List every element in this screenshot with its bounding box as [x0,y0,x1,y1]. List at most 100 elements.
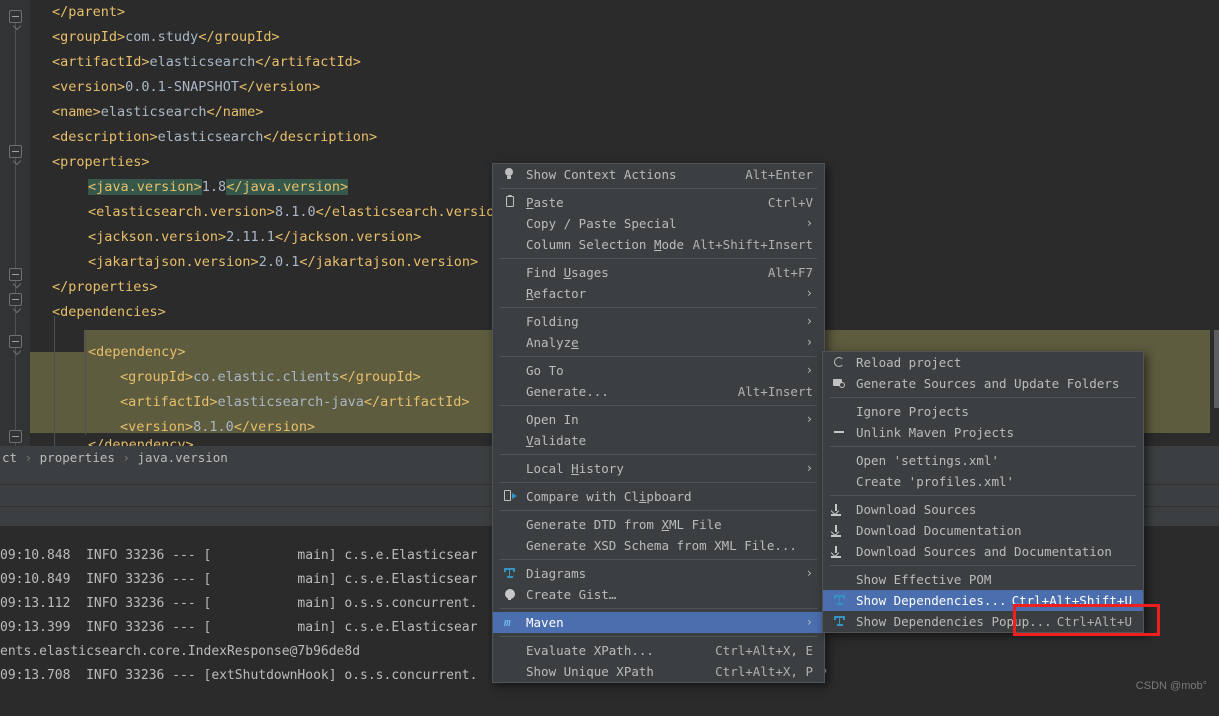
fold-marker[interactable] [9,293,22,306]
code-token: <dependency> [88,344,186,360]
menu-item-label: Show Unique XPath [526,664,654,679]
code-line: <java.version>1.8</java.version> [88,175,349,200]
menu-item-compare-with-clipboard[interactable]: Compare with Clipboard [493,486,824,507]
menu-item-generate-dtd-from-xml-file[interactable]: Generate DTD from XML File [493,514,824,535]
fold-marker[interactable] [9,145,22,158]
menu-item-maven[interactable]: m Maven › [493,612,824,633]
code-token: <description> [52,129,158,145]
menu-item-generate[interactable]: Generate... Alt+Insert [493,381,824,402]
code-token: </groupId> [198,29,280,45]
fold-marker[interactable] [9,335,22,348]
code-token: </artifactId> [255,54,361,70]
code-token: </dependency> [88,437,194,446]
code-token: <properties> [52,154,150,170]
diagram-icon [832,593,847,608]
breadcrumb-separator: › [122,450,130,465]
menu-item-column-selection-mode[interactable]: Column Selection Mode Alt+Shift+Insert [493,234,824,255]
menu-separator [500,356,817,357]
menu-item-shortcut: Alt+Shift+Insert [692,237,813,252]
menu-item-create-profiles-xml[interactable]: Create 'profiles.xml' [823,471,1143,492]
menu-item-find-usages[interactable]: Find Usages Alt+F7 [493,262,824,283]
chevron-right-icon: › [805,615,813,629]
generate-folders-icon [832,376,847,391]
code-token: </parent> [52,4,126,20]
code-line: <groupId>co.elastic.clients</groupId> [120,365,421,390]
menu-item-analyze[interactable]: Analyze › [493,332,824,353]
code-token: </elasticsearch.version> [315,204,511,220]
menu-item-label: Validate [526,433,587,448]
breadcrumb-item-2[interactable]: java.version [138,450,228,465]
chevron-right-icon: › [805,363,813,377]
editor-scrollbar-thumb[interactable] [1214,330,1219,408]
editor-gutter[interactable] [0,0,30,446]
menu-item-copy-paste-special[interactable]: Copy / Paste Special › [493,213,824,234]
code-token: 1.8 [201,179,227,195]
fold-marker[interactable] [9,10,22,23]
menu-item-label: Find Usages [526,265,609,280]
editor-context-menu[interactable]: Show Context Actions Alt+Enter Paste Ctrl+V… [492,163,825,683]
menu-item-ignore-projects[interactable]: Ignore Projects [823,401,1143,422]
menu-item-label: Copy / Paste Special [526,216,677,231]
menu-separator [830,446,1136,447]
menu-item-show-dependencies[interactable]: Show Dependencies... Ctrl+Alt+Shift+U [823,590,1143,611]
console-line: ents.elasticsearch.core.IndexResponse@7b… [0,644,361,659]
download-icon [831,502,847,517]
menu-item-folding[interactable]: Folding › [493,311,824,332]
breadcrumb-item-1[interactable]: properties [40,450,115,465]
code-token: <elasticsearch.version> [88,204,275,220]
menu-item-generate-xsd-schema-from-xml-file[interactable]: Generate XSD Schema from XML File... [493,535,824,556]
menu-item-label: Show Dependencies Popup... [856,614,1052,629]
menu-item-download-sources[interactable]: Download Sources [823,499,1143,520]
chevron-right-icon: › [805,412,813,426]
fold-marker[interactable] [9,268,22,281]
menu-item-unlink-maven-projects[interactable]: Unlink Maven Projects [823,422,1143,443]
code-token: <version> [52,79,126,95]
code-token: </name> [206,104,264,120]
menu-item-open-in[interactable]: Open In › [493,409,824,430]
minus-icon [832,425,847,440]
menu-item-refactor[interactable]: Refactor › [493,283,824,304]
breadcrumb-item-0[interactable]: ct [0,450,17,465]
menu-item-shortcut: Ctrl+Alt+Shift+U [1011,593,1132,608]
menu-item-local-history[interactable]: Local History › [493,458,824,479]
console-line: 09:13.112 INFO 33236 --- [ main] o.s.s.c… [0,596,478,611]
menu-item-paste[interactable]: Paste Ctrl+V [493,192,824,213]
code-line: </properties> [52,275,158,300]
menu-separator [500,636,817,637]
menu-item-label: Open In [526,412,579,427]
menu-item-reload-project[interactable]: Reload project [823,352,1143,373]
menu-item-show-unique-xpath[interactable]: Show Unique XPath Ctrl+Alt+X, P [493,661,824,682]
breadcrumb-separator: › [24,450,33,465]
menu-item-validate[interactable]: Validate [493,430,824,451]
menu-item-go-to[interactable]: Go To › [493,360,824,381]
menu-item-show-context-actions[interactable]: Show Context Actions Alt+Enter [493,164,824,185]
menu-item-show-effective-pom[interactable]: Show Effective POM [823,569,1143,590]
fold-marker[interactable] [9,430,22,443]
menu-item-shortcut: Ctrl+Alt+X, E [715,643,813,658]
code-token: <artifactId> [120,394,218,410]
menu-item-label: Local History [526,461,624,476]
menu-item-shortcut: Ctrl+Alt+X, P [715,664,813,679]
menu-item-label: Evaluate XPath... [526,643,654,658]
menu-item-download-documentation[interactable]: Download Documentation [823,520,1143,541]
menu-item-create-gist[interactable]: Create Gist… [493,584,824,605]
menu-item-open-settings-xml[interactable]: Open 'settings.xml' [823,450,1143,471]
menu-item-label: Generate XSD Schema from XML File... [526,538,797,553]
menu-item-generate-sources-and-update-folders[interactable]: Generate Sources and Update Folders [823,373,1143,394]
code-line: <artifactId>elasticsearch-java</artifact… [120,390,470,415]
menu-item-shortcut: Ctrl+Alt+U [1056,614,1132,629]
indent-guide [85,330,86,435]
maven-submenu[interactable]: Reload project Generate Sources and Updat… [822,351,1144,633]
menu-item-show-dependencies-popup[interactable]: Show Dependencies Popup... Ctrl+Alt+U [823,611,1143,632]
menu-item-shortcut: Ctrl+V [767,195,813,210]
code-token: </version> [238,79,321,95]
menu-item-download-sources-and-documentation[interactable]: Download Sources and Documentation [823,541,1143,562]
menu-item-label: Show Context Actions [526,167,677,182]
code-token: <groupId> [52,29,126,45]
menu-item-diagrams[interactable]: Diagrams › [493,563,824,584]
chevron-right-icon: › [805,461,813,475]
code-line: <jakartajson.version>2.0.1</jakartajson.… [88,250,478,275]
menu-item-evaluate-xpath[interactable]: Evaluate XPath... Ctrl+Alt+X, E [493,640,824,661]
compare-icon [502,489,517,504]
code-token: 8.1.0 [193,419,234,435]
